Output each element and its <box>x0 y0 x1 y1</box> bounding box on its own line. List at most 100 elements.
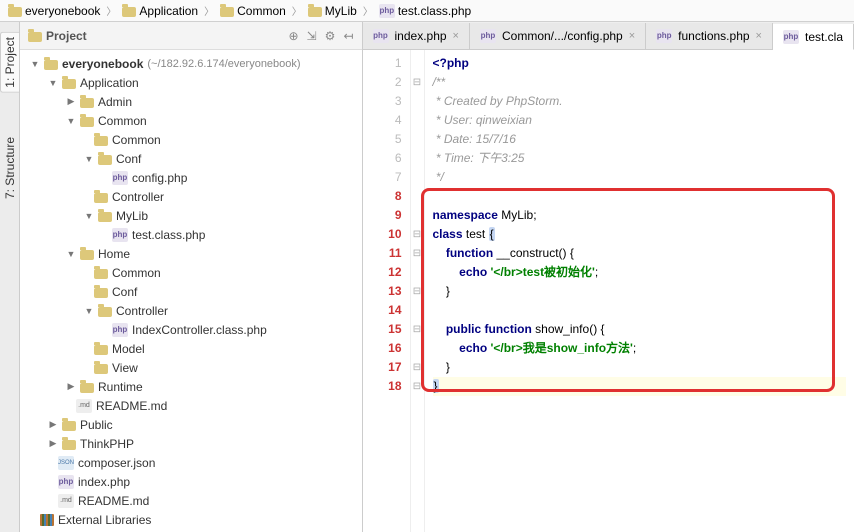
fold-icon[interactable]: ⊟ <box>411 320 424 339</box>
tree-item[interactable]: Conf <box>20 282 362 301</box>
tree-label: Conf <box>112 285 137 299</box>
crumb-application[interactable]: Application <box>122 4 198 18</box>
expand-arrow-icon[interactable]: ▼ <box>84 306 94 316</box>
tab-config[interactable]: Common/.../config.php × <box>470 23 646 49</box>
collapse-icon[interactable]: ⇲ <box>307 29 317 43</box>
folder-icon <box>94 345 108 355</box>
settings-icon[interactable]: ⚙ <box>325 29 336 43</box>
expand-arrow-icon[interactable]: ▼ <box>48 78 58 88</box>
tab-functions[interactable]: functions.php× <box>646 23 773 49</box>
code-content[interactable]: <?php /** * Created by PhpStorm. * User:… <box>425 50 854 532</box>
fold-end-icon[interactable]: ⊟ <box>411 358 424 377</box>
expand-arrow-icon[interactable]: ▶ <box>48 438 58 449</box>
tab-label: index.php <box>395 29 447 43</box>
tree-item[interactable]: README.md <box>20 491 362 510</box>
code-text: public function <box>433 322 536 336</box>
tree-label: Model <box>112 342 145 356</box>
line-number: 15 <box>363 320 402 339</box>
folder-icon <box>80 250 94 260</box>
close-icon[interactable]: × <box>629 30 635 42</box>
locate-icon[interactable]: ⊕ <box>289 29 299 43</box>
folder-icon <box>62 440 76 450</box>
fold-icon[interactable]: ⊟ <box>411 244 424 263</box>
folder-icon <box>98 155 112 165</box>
tree-item[interactable]: index.php <box>20 472 362 491</box>
json-icon <box>58 456 74 470</box>
tree-item[interactable]: ▼ Application <box>20 73 362 92</box>
tree-label: Public <box>80 418 113 432</box>
code-text: class <box>433 227 466 241</box>
tree-label: Common <box>98 114 147 128</box>
php-icon <box>58 475 74 489</box>
chevron-right-icon: 〉 <box>204 3 214 18</box>
tree-item[interactable]: ▶Runtime <box>20 377 362 396</box>
tab-label: test.cla <box>805 30 843 44</box>
expand-arrow-icon[interactable]: ▶ <box>66 96 76 107</box>
project-panel: Project ⊕ ⇲ ⚙ ↤ ▼everyonebook (~/182.92.… <box>20 22 363 532</box>
tree-item[interactable]: Model <box>20 339 362 358</box>
tree-item[interactable]: test.class.php <box>20 225 362 244</box>
folder-icon <box>28 32 42 42</box>
expand-arrow-icon[interactable]: ▼ <box>66 116 76 126</box>
tree-item[interactable]: ▼Conf <box>20 149 362 168</box>
code-text: ; <box>633 341 636 355</box>
line-number: 14 <box>363 301 402 320</box>
tree-item[interactable]: Common <box>20 130 362 149</box>
crumb-file[interactable]: test.class.php <box>379 4 471 18</box>
tree-item[interactable]: ▶ThinkPHP <box>20 434 362 453</box>
tree-item[interactable]: Controller <box>20 187 362 206</box>
tree-label: everyonebook <box>62 57 143 71</box>
fold-end-icon[interactable]: ⊟ <box>411 282 424 301</box>
fold-end-icon[interactable]: ⊟ <box>411 377 424 396</box>
expand-arrow-icon[interactable]: ▼ <box>66 249 76 259</box>
project-tree[interactable]: ▼everyonebook (~/182.92.6.174/everyonebo… <box>20 50 362 532</box>
tab-index[interactable]: index.php × <box>363 23 470 49</box>
tree-item[interactable]: ▶Admin <box>20 92 362 111</box>
expand-arrow-icon[interactable]: ▼ <box>84 211 94 221</box>
tree-external-libs[interactable]: External Libraries <box>20 510 362 529</box>
crumb-label: MyLib <box>325 4 357 18</box>
fold-icon[interactable]: ⊟ <box>411 225 424 244</box>
expand-arrow-icon[interactable]: ▶ <box>48 419 58 430</box>
chevron-right-icon: 〉 <box>106 3 116 18</box>
tree-item[interactable]: config.php <box>20 168 362 187</box>
expand-arrow-icon[interactable]: ▼ <box>30 59 40 69</box>
tree-item[interactable]: composer.json <box>20 453 362 472</box>
tree-label: Common <box>112 133 161 147</box>
sidetab-project[interactable]: 1: Project <box>0 32 19 93</box>
tree-item[interactable]: View <box>20 358 362 377</box>
php-icon <box>379 4 395 18</box>
tree-root[interactable]: ▼everyonebook (~/182.92.6.174/everyonebo… <box>20 54 362 73</box>
crumb-label: Common <box>237 4 286 18</box>
fold-icon[interactable]: ⊟ <box>411 73 424 92</box>
code-text: qinweixian <box>476 113 532 127</box>
tree-item[interactable]: ▶ Public <box>20 415 362 434</box>
close-icon[interactable]: × <box>756 30 762 42</box>
close-icon[interactable]: × <box>453 30 459 42</box>
tree-label: Application <box>80 76 139 90</box>
php-icon <box>783 30 799 44</box>
sidetab-structure[interactable]: 7: Structure <box>1 133 19 203</box>
tree-item[interactable]: README.md <box>20 396 362 415</box>
expand-arrow-icon[interactable]: ▼ <box>84 154 94 164</box>
libraries-icon <box>40 514 54 526</box>
tree-item[interactable]: ▼ Common <box>20 111 362 130</box>
crumb-common[interactable]: Common <box>220 4 286 18</box>
tree-item[interactable]: ▼Controller <box>20 301 362 320</box>
code-text: */ <box>433 170 444 184</box>
crumb-everyonebook[interactable]: everyonebook <box>8 4 100 18</box>
tab-label: Common/.../config.php <box>502 29 623 43</box>
editor-body[interactable]: 1 2 3 4 5 6 7 8 9 10 11 12 13 14 15 16 1… <box>363 50 854 532</box>
crumb-mylib[interactable]: MyLib <box>308 4 357 18</box>
crumb-label: everyonebook <box>25 4 100 18</box>
expand-arrow-icon[interactable]: ▶ <box>66 381 76 392</box>
tree-item[interactable]: ▼MyLib <box>20 206 362 225</box>
line-number: 12 <box>363 263 402 282</box>
folder-icon <box>44 60 58 70</box>
tree-item[interactable]: ▼Home <box>20 244 362 263</box>
tree-item[interactable]: IndexController.class.php <box>20 320 362 339</box>
tab-testclass[interactable]: test.cla <box>773 24 854 50</box>
folder-icon <box>80 117 94 127</box>
hide-icon[interactable]: ↤ <box>343 29 353 43</box>
tree-item[interactable]: Common <box>20 263 362 282</box>
